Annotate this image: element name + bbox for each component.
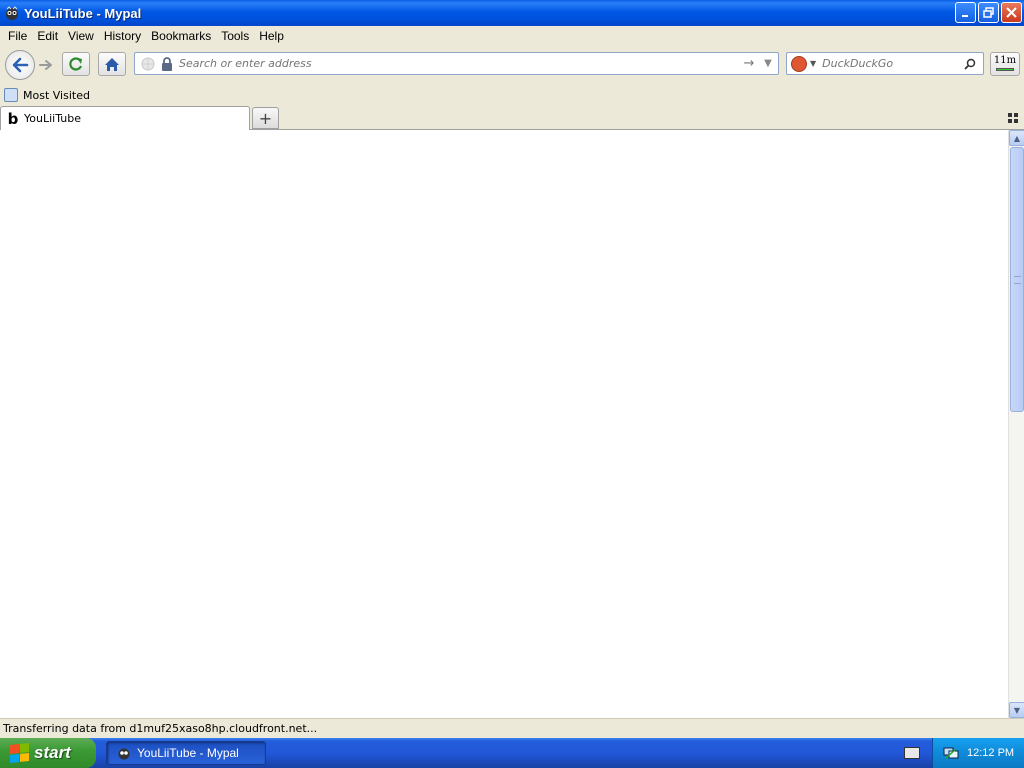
address-input[interactable] (179, 57, 740, 70)
navigation-toolbar: → ▼ ▼ 11m (0, 46, 1024, 84)
forward-button[interactable] (35, 55, 57, 75)
menu-tools[interactable]: Tools (216, 29, 254, 43)
addon-toolbar-button[interactable]: 11m (990, 52, 1020, 76)
go-arrow-icon[interactable]: → (740, 56, 758, 71)
status-bar: Transferring data from d1muf25xaso8hp.cl… (0, 718, 1024, 738)
most-visited-icon (4, 88, 18, 102)
menu-file[interactable]: File (3, 29, 32, 43)
menu-bar: File Edit View History Bookmarks Tools H… (0, 26, 1024, 46)
status-text: Transferring data from d1muf25xaso8hp.cl… (3, 722, 318, 735)
network-icon[interactable] (943, 746, 959, 760)
minimize-button[interactable] (955, 2, 976, 23)
mypal-app-icon[interactable] (4, 5, 20, 21)
history-dropdown-icon[interactable]: ▼ (760, 58, 776, 69)
bookmarks-toolbar: Most Visited (0, 84, 1024, 106)
taskbar-item-label: YouLiiTube - Mypal (137, 746, 239, 760)
taskbar: start YouLiiTube - Mypal 12:12 PM (0, 738, 1024, 768)
tab-strip: b YouLiiTube + (0, 106, 1024, 130)
window-controls (955, 2, 1022, 23)
system-tray: 12:12 PM (932, 738, 1024, 768)
maximize-button[interactable] (978, 2, 999, 23)
lock-icon[interactable] (161, 56, 173, 71)
globe-icon (141, 57, 155, 70)
menu-edit[interactable]: Edit (32, 29, 63, 43)
menu-help[interactable]: Help (254, 29, 289, 43)
scroll-down-icon[interactable]: ▼ (1009, 702, 1024, 718)
grip-icon (1014, 276, 1021, 284)
page-content[interactable] (0, 130, 1008, 718)
plus-icon: + (258, 108, 273, 128)
close-button[interactable] (1001, 2, 1022, 23)
tab-label: YouLiiTube (24, 112, 81, 125)
start-button[interactable]: start (0, 738, 96, 768)
menu-view[interactable]: View (63, 29, 99, 43)
mypal-taskbar-icon (118, 748, 130, 760)
tab-youliitube[interactable]: b YouLiiTube (0, 106, 250, 130)
minimize-icon (961, 14, 968, 17)
search-icon[interactable] (961, 58, 979, 70)
scroll-thumb[interactable] (1010, 147, 1024, 412)
vertical-scrollbar[interactable]: ▲ ▼ (1008, 130, 1024, 718)
reload-button[interactable] (62, 52, 90, 76)
menu-history[interactable]: History (99, 29, 146, 43)
home-icon (105, 57, 119, 71)
address-bar[interactable]: → ▼ (134, 52, 779, 75)
taskbar-clock[interactable]: 12:12 PM (967, 747, 1014, 759)
taskbar-item-mypal[interactable]: YouLiiTube - Mypal (106, 741, 266, 765)
search-input[interactable] (822, 57, 961, 70)
addon-bar-icon (996, 68, 1014, 71)
search-bar[interactable]: ▼ (786, 52, 984, 75)
window-title: YouLiiTube - Mypal (24, 5, 142, 21)
title-bar[interactable]: YouLiiTube - Mypal (0, 0, 1024, 26)
start-label: start (34, 743, 71, 762)
restore-icon (983, 7, 994, 18)
reload-icon (69, 57, 83, 71)
back-arrow-icon (12, 57, 29, 73)
keyboard-language-icon[interactable] (904, 747, 920, 759)
list-all-tabs-icon[interactable] (1008, 113, 1018, 123)
bookmark-most-visited[interactable]: Most Visited (23, 89, 90, 102)
menu-bookmarks[interactable]: Bookmarks (146, 29, 216, 43)
tab-favicon-icon: b (7, 109, 19, 128)
duckduckgo-icon[interactable] (791, 55, 807, 72)
new-tab-button[interactable]: + (252, 107, 279, 129)
windows-flag-icon (10, 742, 29, 763)
forward-arrow-icon (39, 60, 52, 70)
close-icon (1006, 7, 1017, 18)
home-button[interactable] (98, 52, 126, 76)
engine-dropdown-icon[interactable]: ▼ (810, 59, 816, 68)
back-button[interactable] (5, 50, 35, 80)
scroll-up-icon[interactable]: ▲ (1009, 130, 1024, 146)
addon-label: 11m (993, 55, 1017, 66)
